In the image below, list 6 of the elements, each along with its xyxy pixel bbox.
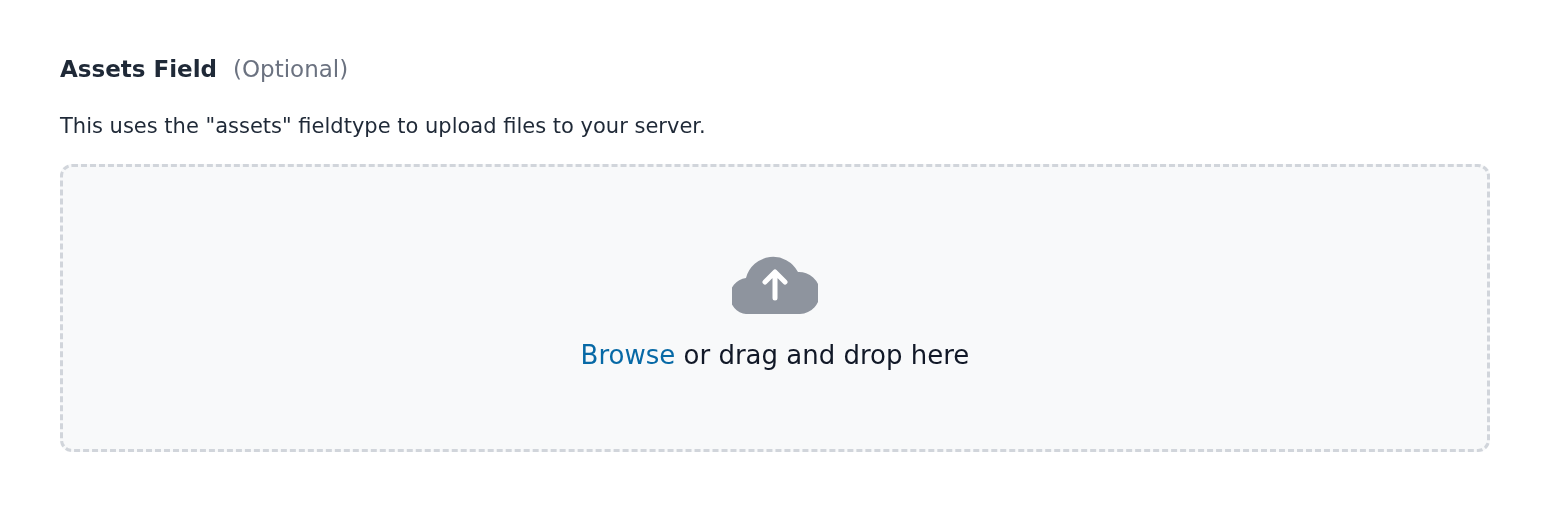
optional-hint: (Optional): [233, 56, 349, 82]
field-description: This uses the "assets" fieldtype to upload files to your server.: [60, 114, 707, 138]
field-label: Assets Field: [60, 56, 217, 82]
browse-link[interactable]: Browse: [580, 340, 676, 370]
dropzone-prompt: Browse or drag and drop here: [580, 340, 970, 370]
upload-dropzone[interactable]: Browse or drag and drop here: [60, 164, 1490, 452]
